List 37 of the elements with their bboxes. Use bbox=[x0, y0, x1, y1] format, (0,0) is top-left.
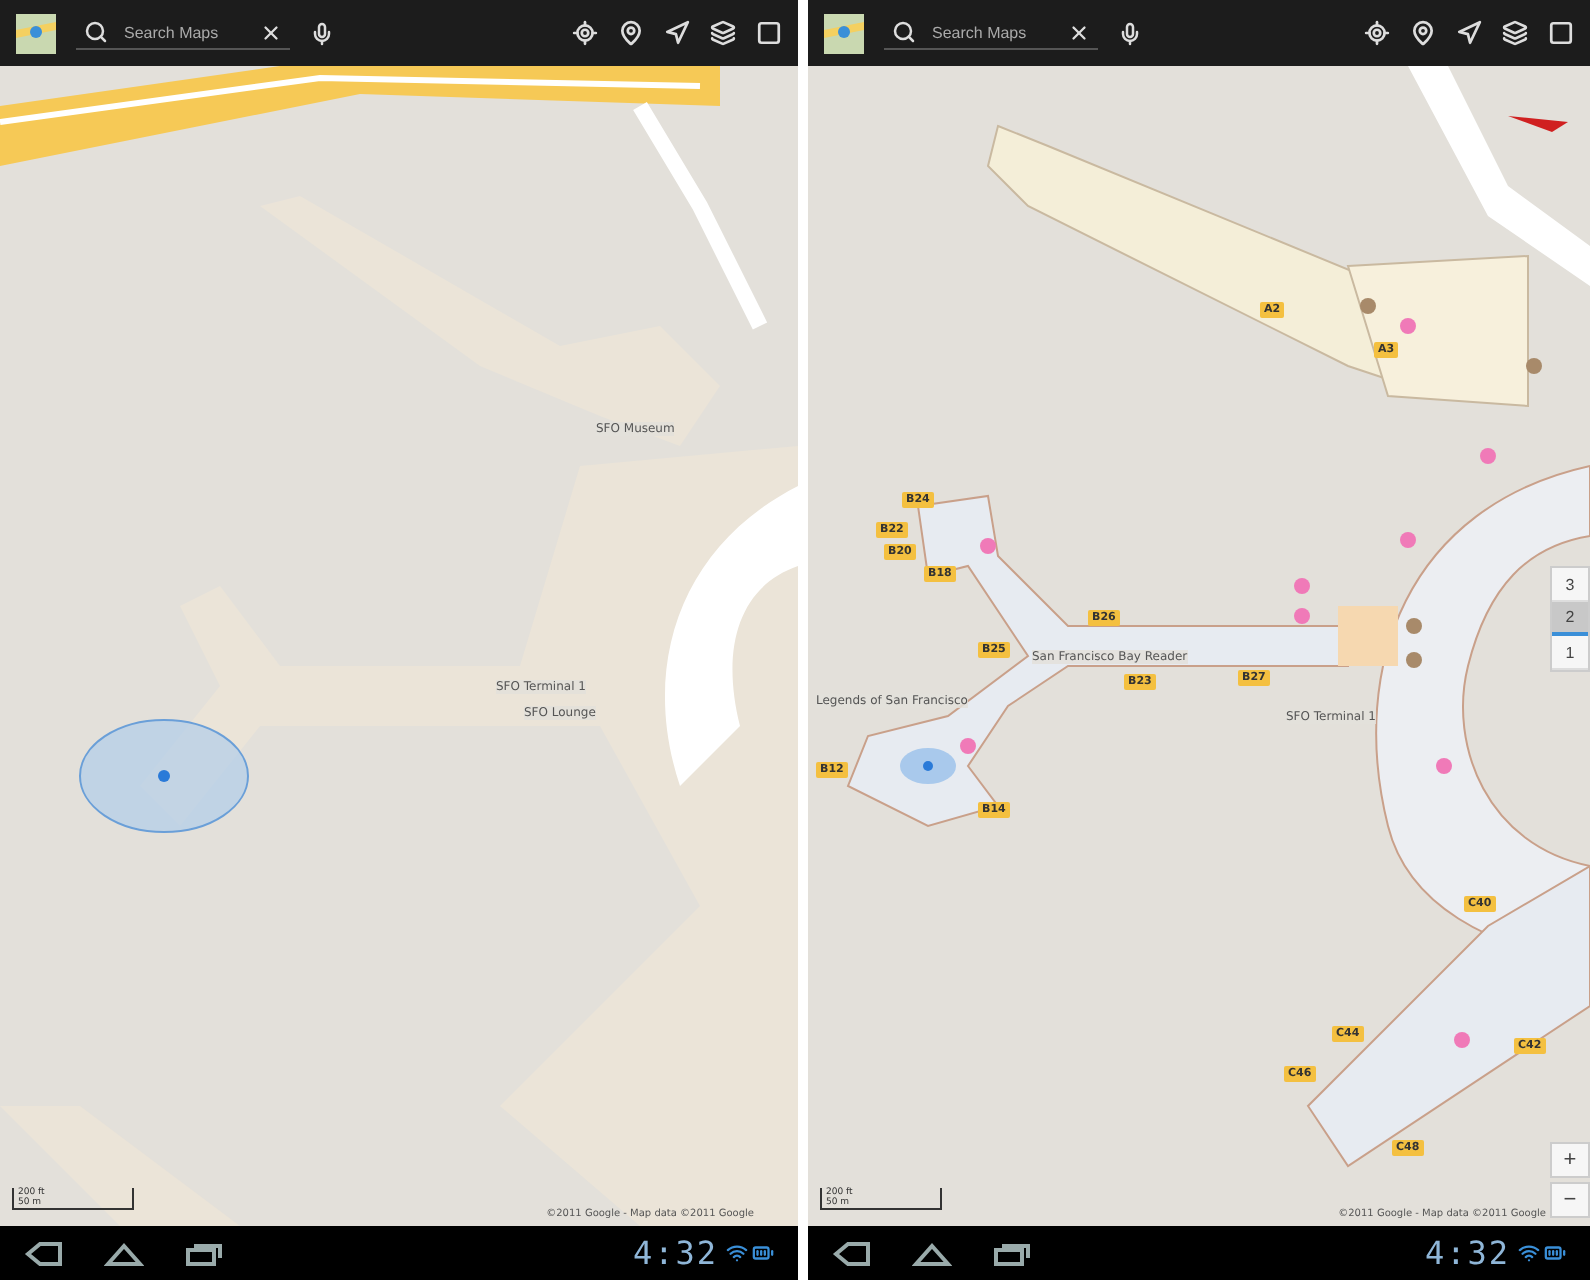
zoom-button[interactable]: − bbox=[1550, 1182, 1590, 1218]
directions-icon[interactable] bbox=[664, 20, 690, 46]
layers-icon[interactable] bbox=[710, 20, 736, 46]
wifi-icon bbox=[726, 1242, 748, 1264]
clock: 4:32 bbox=[632, 1234, 718, 1272]
battery-icon bbox=[752, 1242, 774, 1264]
close-icon[interactable] bbox=[260, 21, 282, 43]
search-icon bbox=[892, 20, 916, 44]
locate-icon[interactable] bbox=[572, 20, 598, 46]
search-icon bbox=[84, 20, 108, 44]
floor-button[interactable]: 1 bbox=[1552, 636, 1588, 670]
battery-icon bbox=[1544, 1242, 1566, 1264]
recent-apps-icon[interactable] bbox=[992, 1241, 1032, 1265]
microphone-icon[interactable] bbox=[1118, 21, 1142, 45]
back-icon[interactable] bbox=[832, 1241, 872, 1265]
maps-logo-icon[interactable] bbox=[16, 13, 56, 53]
search-field[interactable]: Search Maps bbox=[928, 21, 1056, 43]
home-icon[interactable] bbox=[912, 1241, 952, 1265]
search-field[interactable]: Search Maps bbox=[120, 21, 248, 43]
wifi-icon bbox=[1518, 1242, 1540, 1264]
menu-icon[interactable] bbox=[756, 20, 782, 46]
floor-button[interactable]: 2 bbox=[1552, 602, 1588, 636]
microphone-icon[interactable] bbox=[310, 21, 334, 45]
close-icon[interactable] bbox=[1068, 21, 1090, 43]
back-icon[interactable] bbox=[24, 1241, 64, 1265]
floor-button[interactable]: 3 bbox=[1552, 568, 1588, 602]
locate-icon[interactable] bbox=[1364, 20, 1390, 46]
zoom-button[interactable]: + bbox=[1550, 1142, 1590, 1178]
home-icon[interactable] bbox=[104, 1241, 144, 1265]
directions-icon[interactable] bbox=[1456, 20, 1482, 46]
menu-icon[interactable] bbox=[1548, 20, 1574, 46]
recent-apps-icon[interactable] bbox=[184, 1241, 224, 1265]
pin-icon[interactable] bbox=[1410, 20, 1436, 46]
pin-icon[interactable] bbox=[618, 20, 644, 46]
maps-logo-icon[interactable] bbox=[824, 13, 864, 53]
layers-icon[interactable] bbox=[1502, 20, 1528, 46]
clock: 4:32 bbox=[1424, 1234, 1510, 1272]
